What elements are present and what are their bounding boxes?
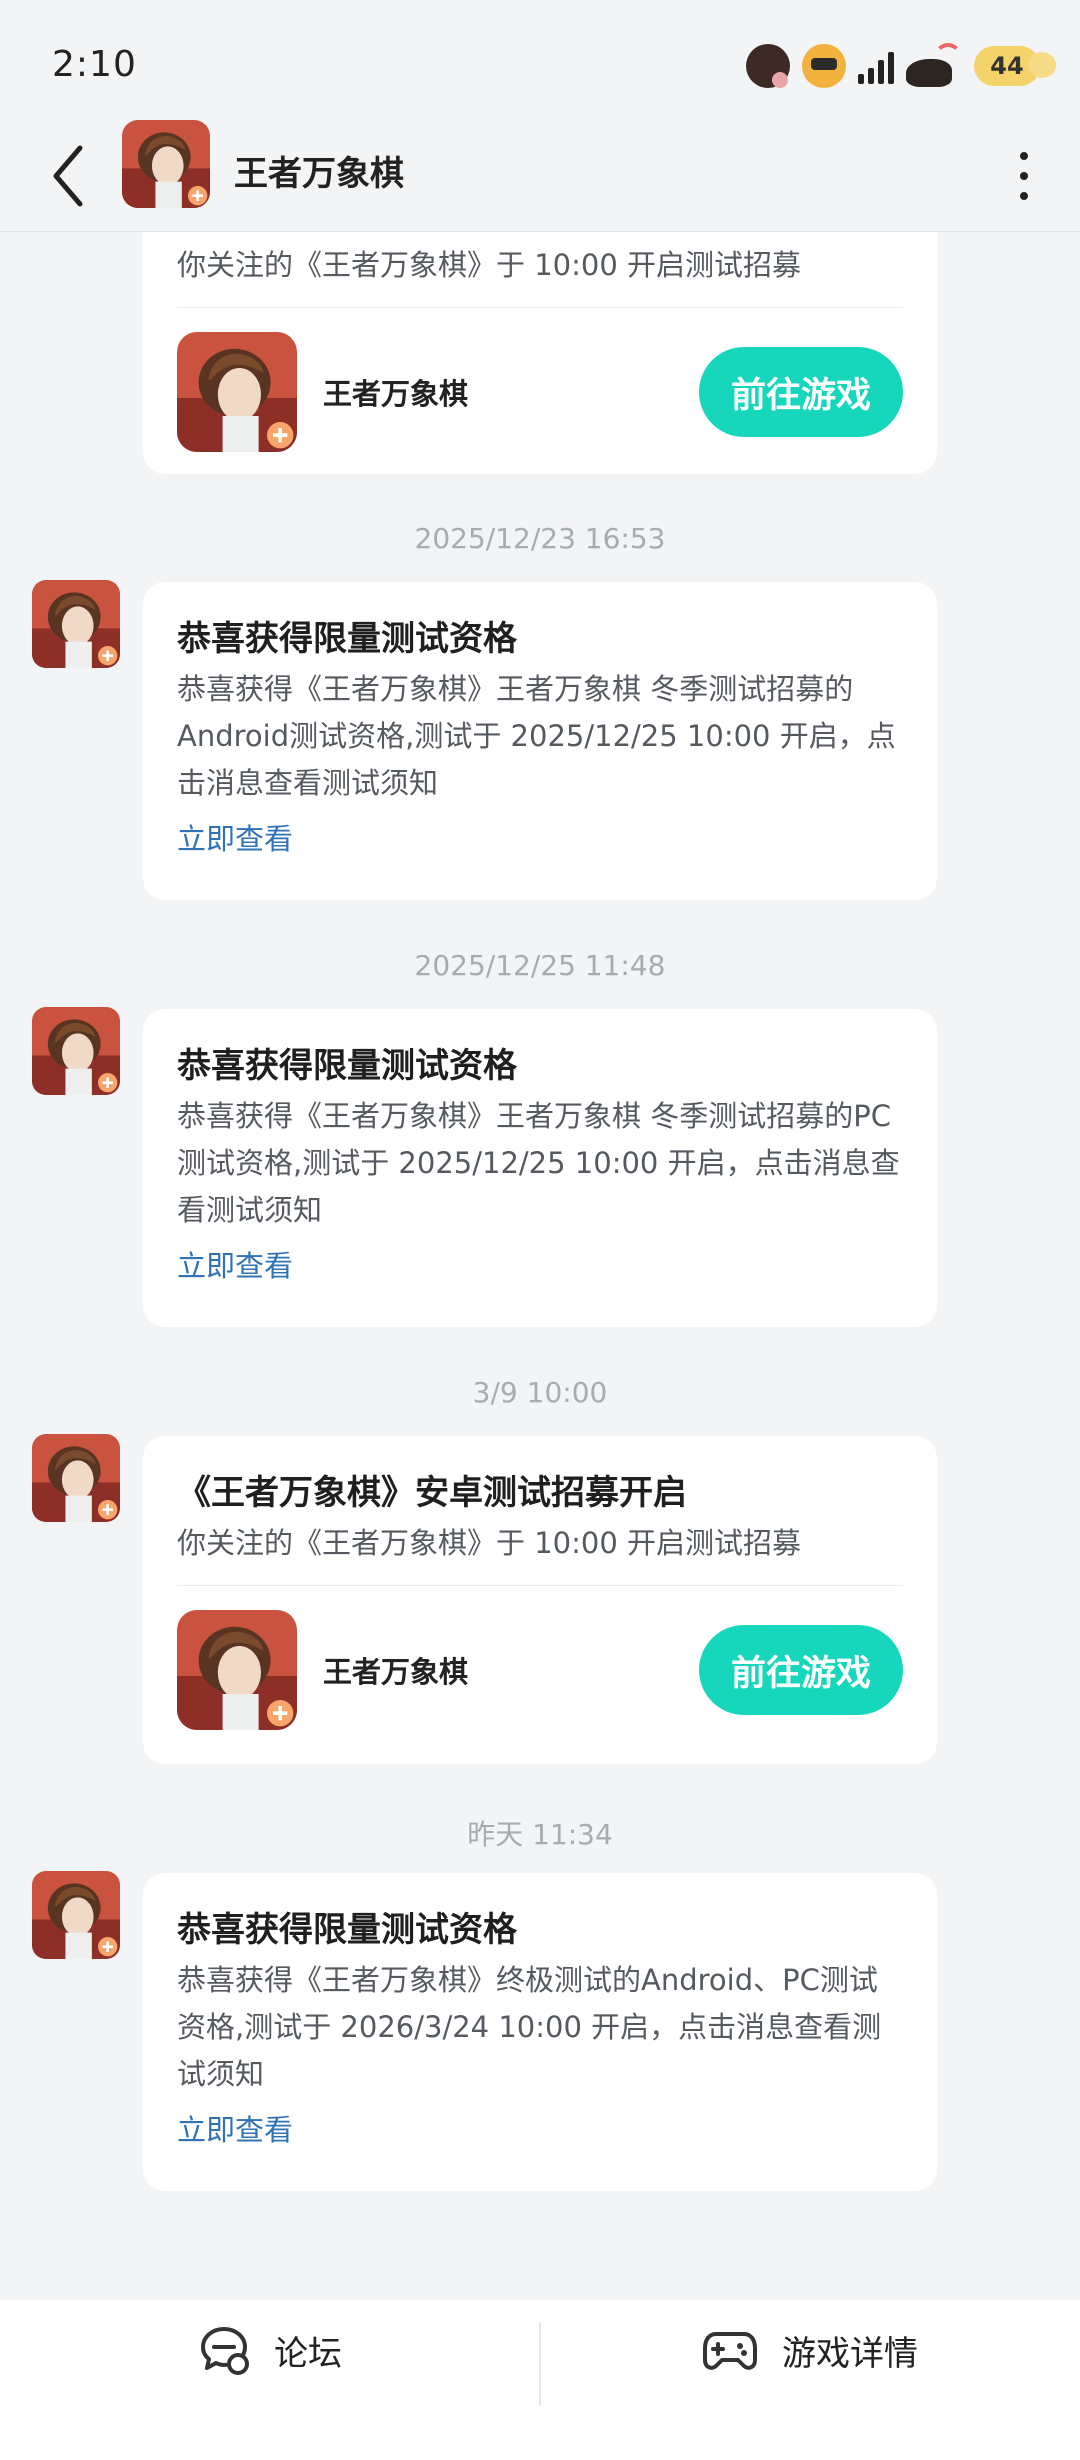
game-details-label: 游戏详情 [782, 2333, 918, 2374]
message-title: 恭喜获得限量测试资格 [177, 1046, 517, 1086]
go-to-game-button[interactable]: 前往游戏 [699, 347, 903, 437]
message-avatar[interactable] [32, 1007, 120, 1095]
message-card[interactable]: 恭喜获得限量测试资格 恭喜获得《王者万象棋》王者万象棋 冬季测试招募的Andro… [143, 582, 937, 900]
sunflower-emoji-icon [802, 44, 846, 88]
battery-icon: 44 [974, 46, 1056, 86]
view-now-link[interactable]: 立即查看 [177, 2110, 903, 2150]
view-now-link[interactable]: 立即查看 [177, 1246, 903, 1286]
message-body: 恭喜获得《王者万象棋》王者万象棋 冬季测试招募的PC测试资格,测试于 2025/… [177, 1099, 900, 1227]
more-options-button[interactable] [1004, 142, 1044, 210]
chevron-left-icon [53, 145, 83, 207]
message-avatar[interactable] [32, 1434, 120, 1522]
dog-emoji-icon [746, 44, 790, 88]
bottom-divider [539, 2322, 541, 2406]
message-body: 恭喜获得《王者万象棋》王者万象棋 冬季测试招募的Android测试资格,测试于 … [177, 672, 896, 800]
game-icon[interactable] [177, 332, 297, 452]
game-logo-icon [177, 332, 297, 452]
message-card[interactable]: 《王者万象棋》安卓测试招募开启 你关注的《王者万象棋》于 10:00 开启测试招… [143, 1436, 937, 1764]
more-vertical-icon [1020, 152, 1028, 160]
message-body: 你关注的《王者万象棋》于 10:00 开启测试招募 [177, 1526, 802, 1560]
game-avatar[interactable] [122, 120, 210, 208]
game-logo-icon [122, 120, 210, 208]
status-bar: 2:10 44 [0, 0, 1080, 130]
game-name: 王者万象棋 [323, 377, 469, 411]
bottom-bar: 论坛 游戏详情 [0, 2300, 1080, 2460]
message-body: 你关注的《王者万象棋》于 10:00 开启测试招募 [177, 248, 802, 282]
message-title: 恭喜获得限量测试资格 [177, 619, 517, 659]
signal-icon [858, 48, 894, 84]
view-now-link[interactable]: 立即查看 [177, 819, 903, 859]
game-name: 王者万象棋 [323, 1655, 469, 1689]
forum-chat-icon [201, 2327, 249, 2375]
message-avatar[interactable] [32, 1871, 120, 1959]
message-timestamp: 2025/12/23 16:53 [414, 522, 666, 555]
message-card[interactable]: 恭喜获得限量测试资格 恭喜获得《王者万象棋》终极测试的Android、PC测试资… [143, 1873, 937, 2191]
message-avatar[interactable] [32, 580, 120, 668]
page-title: 王者万象棋 [234, 154, 404, 194]
message-timestamp: 3/9 10:00 [472, 1376, 608, 1409]
message-card[interactable]: 你关注的《王者万象棋》于 10:00 开启测试招募 王者万象棋 前往游戏 [143, 192, 937, 474]
message-timestamp: 2025/12/25 11:48 [414, 949, 666, 982]
message-list[interactable]: 你关注的《王者万象棋》于 10:00 开启测试招募 王者万象棋 前往游戏 202… [0, 232, 1080, 2232]
forum-label: 论坛 [274, 2333, 342, 2374]
forum-button[interactable]: 论坛 [0, 2270, 540, 2430]
back-button[interactable] [40, 140, 96, 212]
navigation-bar: 王者万象棋 [0, 120, 1080, 232]
go-to-game-button[interactable]: 前往游戏 [699, 1625, 903, 1715]
game-details-button[interactable]: 游戏详情 [540, 2270, 1080, 2430]
game-logo-icon [32, 1007, 120, 1095]
message-timestamp: 昨天 11:34 [467, 1818, 613, 1851]
game-icon[interactable] [177, 1610, 297, 1730]
gamepad-icon [703, 2332, 757, 2370]
divider [177, 1585, 903, 1586]
wifi-icon [906, 43, 962, 89]
game-logo-icon [32, 580, 120, 668]
status-time: 2:10 [52, 44, 137, 85]
status-icons: 44 [746, 40, 1056, 92]
game-row: 王者万象棋 前往游戏 [177, 332, 903, 452]
message-card[interactable]: 恭喜获得限量测试资格 恭喜获得《王者万象棋》王者万象棋 冬季测试招募的PC测试资… [143, 1009, 937, 1327]
divider [177, 307, 903, 308]
game-logo-icon [177, 1610, 297, 1730]
message-body: 恭喜获得《王者万象棋》终极测试的Android、PC测试资格,测试于 2026/… [177, 1963, 882, 2091]
game-row: 王者万象棋 前往游戏 [177, 1610, 903, 1730]
message-title: 恭喜获得限量测试资格 [177, 1910, 517, 1950]
game-logo-icon [32, 1871, 120, 1959]
message-title: 《王者万象棋》安卓测试招募开启 [177, 1473, 687, 1513]
game-logo-icon [32, 1434, 120, 1522]
